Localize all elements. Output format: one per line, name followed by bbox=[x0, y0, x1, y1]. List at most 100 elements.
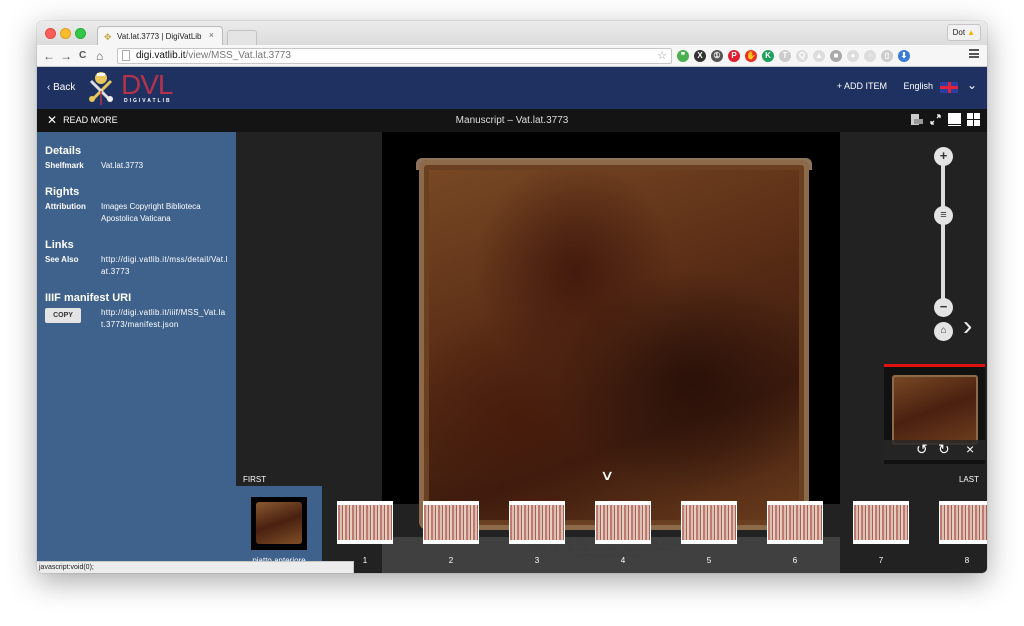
grid-view-icon[interactable] bbox=[967, 113, 980, 126]
see-also-row: See Also http://digi.vatlib.it/mss/detai… bbox=[45, 254, 228, 278]
browser-tab-active[interactable]: ✥ Vat.lat.3773 | DigiVatLib × bbox=[97, 26, 223, 46]
single-page-view-icon[interactable] bbox=[948, 113, 961, 126]
iiif-manifest-link[interactable]: http://digi.vatlib.it/iiif/MSS_Vat.lat.3… bbox=[101, 307, 228, 331]
warning-icon: ▲ bbox=[967, 28, 975, 37]
section-title-details: Details bbox=[45, 145, 82, 157]
vatican-favicon-icon: ✥ bbox=[104, 31, 112, 42]
minimize-window-button[interactable] bbox=[60, 28, 71, 39]
close-navigator-icon[interactable]: × bbox=[966, 441, 974, 457]
page-icon bbox=[122, 50, 130, 61]
home-view-button[interactable]: ⌂ bbox=[934, 322, 953, 341]
thumbnail[interactable] bbox=[853, 501, 909, 544]
viewer-toolbar: ✕ READ MORE Manuscript – Vat.lat.3773 bbox=[37, 109, 987, 132]
zoom-slider-track[interactable] bbox=[941, 156, 945, 308]
thumbnail-image bbox=[424, 505, 478, 540]
zoom-slider-handle[interactable]: ≡ bbox=[934, 206, 953, 225]
bookmark-star-icon[interactable]: ☆ bbox=[657, 49, 667, 63]
section-title-rights: Rights bbox=[45, 186, 80, 198]
thumbnail-image bbox=[854, 505, 908, 540]
thumbnail-image bbox=[682, 505, 736, 540]
browser-window: ✥ Vat.lat.3773 | DigiVatLib × Dot ▲ ← → … bbox=[37, 21, 987, 573]
thumbnail-image bbox=[338, 505, 392, 540]
back-arrow-icon[interactable]: ← bbox=[43, 48, 55, 64]
1password-icon[interactable]: ① bbox=[711, 50, 723, 62]
uk-flag-icon[interactable] bbox=[940, 82, 958, 93]
readability-icon[interactable]: X bbox=[694, 50, 706, 62]
rotate-right-icon[interactable]: ↻ bbox=[938, 441, 950, 457]
home-icon[interactable]: ⌂ bbox=[96, 48, 103, 64]
thumbnail[interactable] bbox=[595, 501, 651, 544]
site-header: ‹ Back DVL DIGIVATLIB + ADD ITEM English… bbox=[37, 67, 987, 109]
reload-icon[interactable]: C bbox=[79, 48, 86, 64]
viewer-title: Manuscript – Vat.lat.3773 bbox=[455, 115, 569, 126]
thumbnail[interactable] bbox=[509, 501, 565, 544]
first-page-link[interactable]: FIRST bbox=[243, 475, 266, 484]
extension-icon-10[interactable]: ■ bbox=[830, 50, 842, 62]
adblock-icon[interactable]: ✋ bbox=[745, 50, 757, 62]
pinterest-icon[interactable]: P bbox=[728, 50, 740, 62]
forward-arrow-icon[interactable]: → bbox=[60, 48, 72, 64]
address-bar[interactable]: digi.vatlib.it/view/MSS_Vat.lat.3773 ☆ bbox=[117, 48, 672, 64]
thumbnail-label: 7 bbox=[878, 556, 884, 565]
thumbnail[interactable] bbox=[423, 501, 479, 544]
new-tab-button[interactable] bbox=[227, 30, 257, 45]
download-jpg-icon[interactable] bbox=[910, 113, 923, 126]
logo-subtitle: DIGIVATLIB bbox=[124, 98, 172, 104]
pushbullet-icon[interactable]: ⬇ bbox=[898, 50, 910, 62]
tab-title: Vat.lat.3773 | DigiVatLib bbox=[117, 32, 202, 41]
profile-button[interactable]: Dot ▲ bbox=[946, 24, 981, 41]
zoom-in-button[interactable]: + bbox=[934, 147, 953, 166]
thumbnail-image bbox=[510, 505, 564, 540]
thumbnail[interactable] bbox=[767, 501, 823, 544]
extension-icon-7[interactable]: T bbox=[779, 50, 791, 62]
shelfmark-value: Vat.lat.3773 bbox=[101, 161, 144, 170]
attribution-row: Attribution Images Copyright Biblioteca … bbox=[45, 201, 228, 225]
extension-icon-8[interactable]: Q bbox=[796, 50, 808, 62]
rotate-left-icon[interactable]: ↺ bbox=[916, 441, 928, 457]
thumbnail-filmstrip: piatto anteriore12345678 bbox=[236, 486, 987, 573]
page-content: ‹ Back DVL DIGIVATLIB + ADD ITEM English… bbox=[37, 67, 987, 573]
extension-icon-13[interactable]: ▯ bbox=[881, 50, 893, 62]
close-window-button[interactable] bbox=[45, 28, 56, 39]
papal-keys-logo-icon bbox=[89, 72, 113, 105]
navigator-minimap[interactable]: ↺ ↻ × bbox=[884, 364, 985, 464]
kippt-icon[interactable]: K bbox=[762, 50, 774, 62]
tab-close-icon[interactable]: × bbox=[209, 30, 214, 40]
dvl-logo[interactable]: DVL bbox=[121, 69, 173, 101]
back-link[interactable]: ‹ Back bbox=[47, 82, 75, 93]
maximize-window-button[interactable] bbox=[75, 28, 86, 39]
menu-icon[interactable] bbox=[969, 49, 979, 58]
copy-button[interactable]: COPY bbox=[45, 308, 81, 323]
zoom-out-button[interactable]: − bbox=[934, 298, 953, 317]
chevron-down-icon[interactable]: ⌄ bbox=[967, 78, 977, 92]
thumbnail-image bbox=[596, 505, 650, 540]
add-item-button[interactable]: + ADD ITEM bbox=[837, 81, 887, 91]
extensions-bar: ❞ X ① P ✋ K T Q ▲ ■ ● ▫ ▯ ⬇ bbox=[677, 48, 910, 64]
hangouts-icon[interactable]: ❞ bbox=[677, 50, 689, 62]
url-path: /view/MSS_Vat.lat.3773 bbox=[185, 50, 291, 61]
next-page-arrow[interactable]: › bbox=[963, 312, 972, 340]
shelfmark-key: Shelfmark bbox=[45, 161, 84, 170]
extension-icon-11[interactable]: ● bbox=[847, 50, 859, 62]
view-mode-icons bbox=[910, 113, 980, 126]
image-viewer[interactable]: Copyright © Biblioteca Apostolica Vatica… bbox=[236, 132, 987, 573]
extension-icon-12[interactable]: ▫ bbox=[864, 50, 876, 62]
see-also-link[interactable]: http://digi.vatlib.it/mss/detail/Vat.lat… bbox=[101, 254, 228, 278]
thumbnail-selected[interactable]: piatto anteriore bbox=[236, 486, 322, 573]
section-title-links: Links bbox=[45, 239, 74, 251]
thumbnail-label: 5 bbox=[706, 556, 712, 565]
fullscreen-icon[interactable] bbox=[929, 113, 942, 126]
thumbnail[interactable] bbox=[939, 501, 987, 544]
thumbnail-label: 8 bbox=[964, 556, 970, 565]
shelfmark-row: Shelfmark Vat.lat.3773 bbox=[45, 160, 228, 172]
browser-toolbar: ← → C ⌂ digi.vatlib.it/view/MSS_Vat.lat.… bbox=[37, 45, 987, 67]
collapse-filmstrip-chevron-icon[interactable]: ∨ bbox=[600, 467, 614, 484]
thumbnail[interactable] bbox=[681, 501, 737, 544]
thumbnail-label: 4 bbox=[620, 556, 626, 565]
last-page-link[interactable]: LAST bbox=[959, 475, 979, 484]
attribution-value: Images Copyright Biblioteca Apostolica V… bbox=[101, 202, 201, 223]
iiif-row: COPY http://digi.vatlib.it/iiif/MSS_Vat.… bbox=[45, 307, 228, 331]
thumbnail[interactable] bbox=[337, 501, 393, 544]
language-selector[interactable]: English bbox=[903, 81, 933, 91]
extension-icon-9[interactable]: ▲ bbox=[813, 50, 825, 62]
